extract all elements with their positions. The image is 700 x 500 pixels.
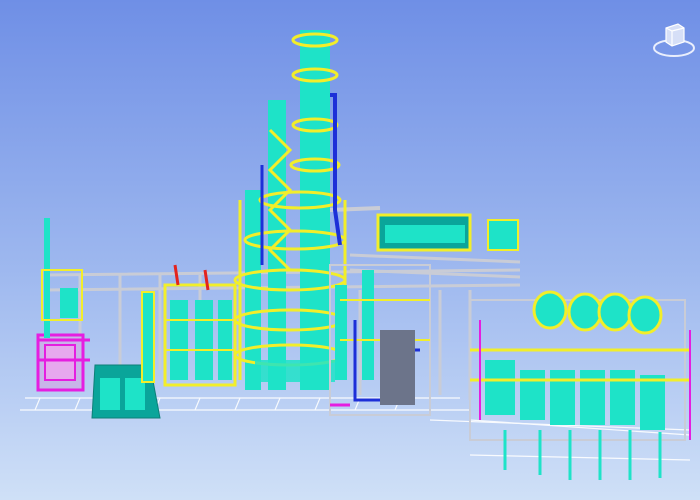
plant-model-scene[interactable] bbox=[0, 0, 700, 500]
viewcube-navigation[interactable] bbox=[652, 18, 696, 62]
3d-viewport[interactable] bbox=[0, 0, 700, 500]
elevated-equipment-deck[interactable] bbox=[376, 213, 519, 252]
small-column[interactable] bbox=[141, 291, 155, 383]
viewcube-icon bbox=[653, 23, 695, 57]
